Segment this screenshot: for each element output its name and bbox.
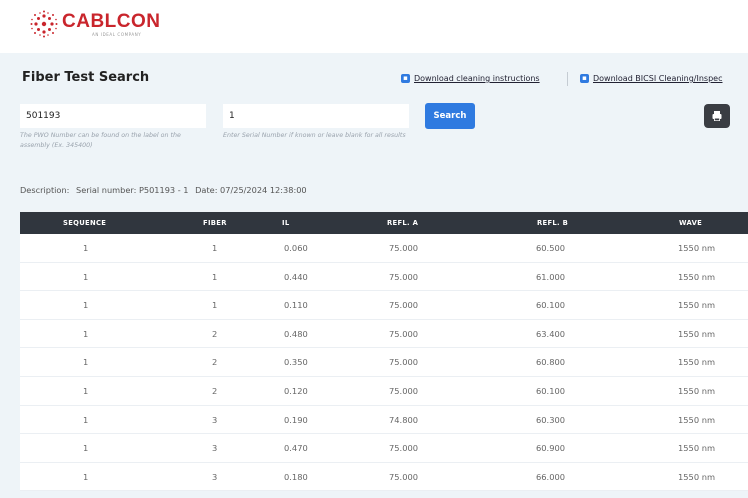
description-row: Description: Serial number: P501193 - 1 … <box>20 185 311 195</box>
cell-il: 0.060 <box>284 243 308 253</box>
col-wave[interactable]: WAVE <box>679 212 702 234</box>
pwo-help-text: The PWO Number can be found on the label… <box>20 132 181 149</box>
cell-il: 0.440 <box>284 271 308 282</box>
col-sequence[interactable]: SEQUENCE <box>63 212 106 234</box>
download-cleaning-label: Download cleaning instructions <box>414 74 540 83</box>
link-divider <box>567 72 568 86</box>
cell-il: 0.350 <box>284 357 308 368</box>
cell-refl-a: 75.000 <box>389 443 419 454</box>
cell-fiber: 1 <box>212 271 218 282</box>
cell-fiber: 2 <box>212 357 218 368</box>
top-header: CABLCON AN IDEAL COMPANY <box>0 0 748 48</box>
table-row: 1 1 0.110 75.000 60.100 1550 nm <box>20 291 748 320</box>
cell-fiber: 2 <box>212 328 218 339</box>
serial-number-text: Serial number: P501193 - 1 <box>76 185 189 195</box>
logo-starburst-icon <box>30 10 58 38</box>
table-row: 1 3 0.190 74.800 60.300 1550 nm <box>20 405 748 435</box>
results-table-body: 1 1 0.060 75.000 60.500 1550 nm 1 1 0.44… <box>20 234 748 492</box>
table-row: 1 2 0.350 75.000 60.800 1550 nm <box>20 348 748 377</box>
cell-refl-a: 74.800 <box>389 414 419 425</box>
cell-fiber: 1 <box>212 243 218 253</box>
cell-sequence: 1 <box>83 271 89 282</box>
cell-wave: 1550 nm <box>678 357 716 368</box>
cell-wave: 1550 nm <box>678 271 716 282</box>
table-row: 1 2 0.120 75.000 60.100 1550 nm <box>20 376 748 406</box>
cell-refl-b: 66.000 <box>536 471 566 482</box>
cell-refl-b: 60.800 <box>536 357 566 368</box>
search-button[interactable]: Search <box>425 103 475 129</box>
results-table-header: SEQUENCE FIBER IL REFL. A REFL. B WAVE <box>20 212 748 234</box>
cell-wave: 1550 nm <box>678 471 716 482</box>
table-row: 1 3 0.180 75.000 66.000 1550 nm <box>20 462 748 492</box>
cell-sequence: 1 <box>83 414 89 425</box>
cell-refl-b: 60.300 <box>536 414 566 425</box>
cell-il: 0.120 <box>284 385 308 396</box>
cell-wave: 1550 nm <box>678 300 716 311</box>
cell-refl-a: 75.000 <box>389 328 419 339</box>
cell-il: 0.480 <box>284 328 308 339</box>
date-text: Date: 07/25/2024 12:38:00 <box>195 185 307 195</box>
cell-refl-a: 75.000 <box>389 385 419 396</box>
pwo-number-input[interactable]: 501193 <box>20 104 206 128</box>
cell-refl-a: 75.000 <box>389 357 419 368</box>
cell-refl-a: 75.000 <box>389 271 419 282</box>
col-refl-b[interactable]: REFL. B <box>537 212 568 234</box>
cell-refl-a: 75.000 <box>389 243 419 253</box>
cell-wave: 1550 nm <box>678 414 716 425</box>
serial-number-input[interactable]: 1 <box>223 104 409 128</box>
brand-tagline: AN IDEAL COMPANY <box>92 32 142 37</box>
cell-fiber: 3 <box>212 443 218 454</box>
table-row: 1 2 0.480 75.000 63.400 1550 nm <box>20 319 748 349</box>
cell-refl-b: 61.000 <box>536 271 566 282</box>
cell-refl-b: 60.500 <box>536 243 566 253</box>
cell-wave: 1550 nm <box>678 443 716 454</box>
col-il[interactable]: IL <box>282 212 289 234</box>
cell-fiber: 1 <box>212 300 218 311</box>
cell-il: 0.180 <box>284 471 308 482</box>
cell-fiber: 2 <box>212 385 218 396</box>
brand-name: CABLCON <box>62 11 161 32</box>
cell-sequence: 1 <box>83 443 89 454</box>
cell-refl-a: 75.000 <box>389 471 419 482</box>
cell-sequence: 1 <box>83 300 89 311</box>
cell-il: 0.110 <box>284 300 308 311</box>
cell-sequence: 1 <box>83 243 89 253</box>
cell-refl-b: 60.100 <box>536 300 566 311</box>
col-fiber[interactable]: FIBER <box>203 212 227 234</box>
download-bicsi-label: Download BICSI Cleaning/Inspec <box>593 74 723 83</box>
cell-refl-b: 63.400 <box>536 328 566 339</box>
table-row: 1 3 0.470 75.000 60.900 1550 nm <box>20 434 748 463</box>
cell-wave: 1550 nm <box>678 385 716 396</box>
cell-refl-a: 75.000 <box>389 300 419 311</box>
download-cleaning-link[interactable]: ▪ Download cleaning instructions <box>401 74 540 83</box>
page-title: Fiber Test Search <box>22 70 150 85</box>
download-bicsi-link[interactable]: ▪ Download BICSI Cleaning/Inspec <box>580 74 723 83</box>
cell-wave: 1550 nm <box>678 328 716 339</box>
description-label: Description: <box>20 185 70 195</box>
print-button[interactable] <box>704 104 730 128</box>
table-row: 1 1 0.440 75.000 61.000 1550 nm <box>20 262 748 292</box>
print-icon <box>712 111 722 121</box>
cell-sequence: 1 <box>83 357 89 368</box>
cell-fiber: 3 <box>212 414 218 425</box>
cell-il: 0.190 <box>284 414 308 425</box>
cell-wave: 1550 nm <box>678 243 716 253</box>
pdf-icon: ▪ <box>401 74 410 83</box>
pdf-icon: ▪ <box>580 74 589 83</box>
cell-sequence: 1 <box>83 385 89 396</box>
col-refl-a[interactable]: REFL. A <box>387 212 418 234</box>
cell-refl-b: 60.900 <box>536 443 566 454</box>
cell-refl-b: 60.100 <box>536 385 566 396</box>
cell-sequence: 1 <box>83 471 89 482</box>
cell-fiber: 3 <box>212 471 218 482</box>
table-row: 1 1 0.060 75.000 60.500 1550 nm <box>20 234 748 263</box>
cell-il: 0.470 <box>284 443 308 454</box>
serial-help-text: Enter Serial Number if known or leave bl… <box>223 132 406 139</box>
cell-sequence: 1 <box>83 328 89 339</box>
